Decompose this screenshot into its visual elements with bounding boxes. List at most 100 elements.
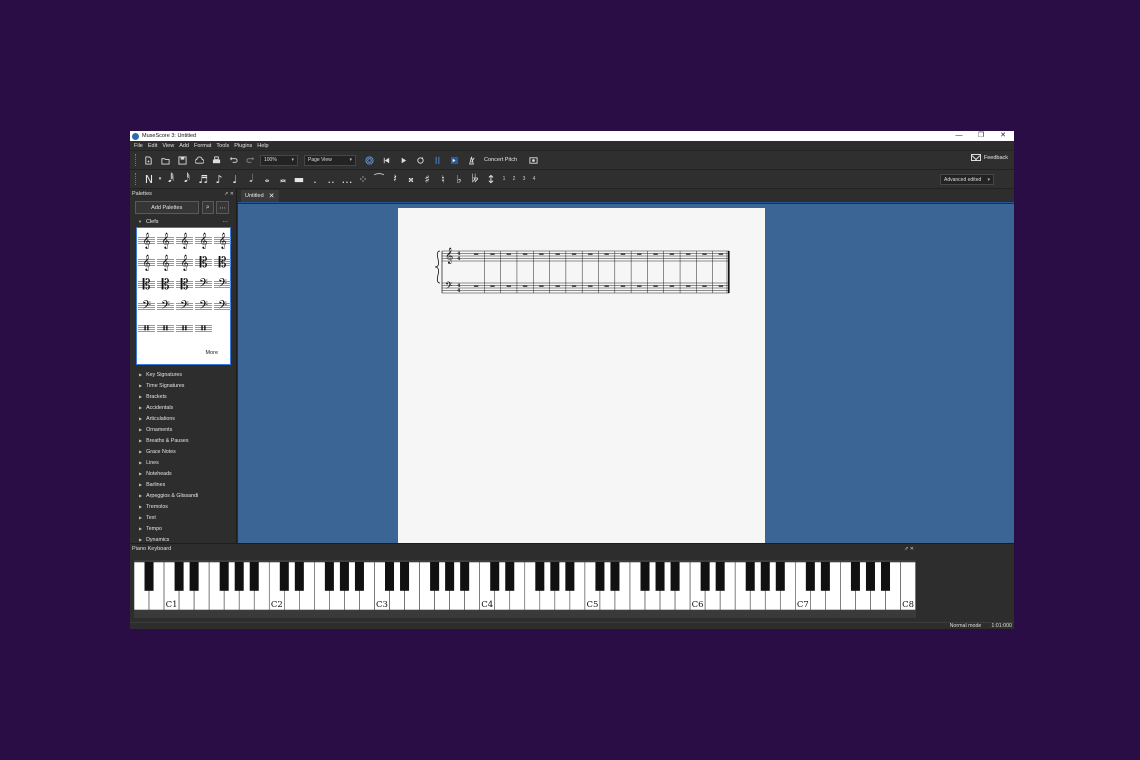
voice-1-button[interactable]: 1 [499, 176, 509, 182]
note-64th-icon[interactable]: 𝅘𝅥𝅱 [163, 172, 179, 187]
clef-cell[interactable]: 𝄥 [156, 318, 175, 340]
flip-direction-icon[interactable]: ↕ [483, 172, 499, 187]
more-clefs-link[interactable]: More [205, 350, 218, 356]
palette-item[interactable]: ▶ Barlines [130, 479, 236, 490]
note-half-icon[interactable]: 𝅗𝅥 [243, 172, 259, 187]
clef-cell[interactable]: 𝄢 [175, 296, 194, 318]
metronome-sound-icon[interactable] [362, 154, 377, 167]
black-key[interactable] [174, 562, 184, 591]
menu-view[interactable]: View [162, 143, 174, 149]
clef-cell[interactable]: 𝄥 [137, 318, 156, 340]
menu-edit[interactable]: Edit [148, 143, 157, 149]
black-key[interactable] [234, 562, 244, 591]
maximize-button[interactable]: ❐ [970, 131, 992, 141]
note-eighth-icon[interactable]: ♪ [211, 172, 227, 187]
loop-in-icon[interactable] [430, 154, 445, 167]
black-key[interactable] [715, 562, 725, 591]
play-panel-icon[interactable] [447, 154, 462, 167]
black-key[interactable] [760, 562, 770, 591]
black-key[interactable] [565, 562, 575, 591]
save-icon[interactable] [175, 154, 190, 167]
black-key[interactable] [354, 562, 364, 591]
palette-item[interactable]: ▶ Articulations [130, 413, 236, 424]
voice-3-button[interactable]: 3 [519, 176, 529, 182]
palette-item[interactable]: ▶ Breaths & Pauses [130, 435, 236, 446]
toolbar-grip[interactable] [135, 173, 137, 185]
palette-item[interactable]: ▶ Grace Notes [130, 446, 236, 457]
triple-dot-icon[interactable]: … [339, 172, 355, 187]
palette-item[interactable]: ▶ Tremolos [130, 501, 236, 512]
black-key[interactable] [144, 562, 154, 591]
clef-cell[interactable]: 𝄢 [213, 296, 232, 318]
note-16th-icon[interactable]: ♬ [195, 172, 211, 187]
view-mode-select[interactable]: Page View ▾ [304, 154, 356, 166]
clef-cell[interactable]: 𝄡 [194, 252, 213, 274]
black-key[interactable] [595, 562, 605, 591]
feedback-button[interactable]: Feedback [970, 154, 1008, 161]
palette-item[interactable]: ▶ Ornaments [130, 424, 236, 435]
rest-icon[interactable]: 𝄽 [387, 172, 403, 187]
black-key[interactable] [219, 562, 229, 591]
palette-item[interactable]: ▶ Arpeggios & Glissandi [130, 490, 236, 501]
clef-cell[interactable]: 𝄞 [137, 252, 156, 274]
flat-icon[interactable]: ♭ [451, 172, 467, 187]
black-key[interactable] [550, 562, 560, 591]
black-key[interactable] [279, 562, 289, 591]
black-key[interactable] [655, 562, 665, 591]
new-file-icon[interactable] [141, 154, 156, 167]
black-key[interactable] [400, 562, 410, 591]
black-key[interactable] [850, 562, 860, 591]
black-key[interactable] [775, 562, 785, 591]
black-key[interactable] [324, 562, 334, 591]
clef-cell[interactable]: 𝄢 [194, 274, 213, 296]
clef-cell[interactable]: 𝄥 [194, 318, 213, 340]
note-longa-icon[interactable]: ▬ [291, 172, 307, 187]
sharp-icon[interactable]: ♯ [419, 172, 435, 187]
black-key[interactable] [880, 562, 891, 591]
clef-cell[interactable]: 𝄞 [175, 252, 194, 274]
tie-icon[interactable]: ⁀ [371, 172, 387, 187]
metronome-icon[interactable] [464, 154, 479, 167]
score-tab[interactable]: Untitled ✕ [241, 190, 279, 202]
quadruple-dot-icon[interactable]: ⁘ [355, 172, 371, 187]
toolbar-grip[interactable] [135, 154, 137, 166]
palette-item[interactable]: ▶ Brackets [130, 391, 236, 402]
palette-item[interactable]: ▶ Key Signatures [130, 369, 236, 380]
double-sharp-icon[interactable]: 𝄪 [403, 172, 419, 187]
workspace-select[interactable]: Advanced edited ▾ [940, 174, 994, 185]
palette-item[interactable]: ▶ Lines [130, 457, 236, 468]
clef-cell[interactable]: 𝄡 [156, 274, 175, 296]
concert-pitch-button[interactable]: Concert Pitch [481, 157, 520, 163]
menu-format[interactable]: Format [194, 143, 211, 149]
black-key[interactable] [460, 562, 470, 591]
black-key[interactable] [865, 562, 875, 591]
clef-cell[interactable]: 𝄡 [213, 252, 232, 274]
redo-icon[interactable] [243, 154, 258, 167]
clef-cell[interactable]: 𝄞 [156, 252, 175, 274]
clef-cell[interactable]: 𝄢 [194, 296, 213, 318]
score-page[interactable]: 𝄞 𝄢 4 4 4 4 [398, 208, 765, 543]
palette-item[interactable]: ▶ Accidentals [130, 402, 236, 413]
black-key[interactable] [339, 562, 349, 591]
double-flat-icon[interactable]: 𝄫 [467, 172, 483, 187]
voice-2-button[interactable]: 2 [509, 176, 519, 182]
palette-item[interactable]: ▶ Time Signatures [130, 380, 236, 391]
note-32nd-icon[interactable]: 𝅘𝅥𝅰 [179, 172, 195, 187]
close-button[interactable]: ✕ [992, 131, 1014, 141]
black-key[interactable] [505, 562, 515, 591]
palette-item[interactable]: ▶ Noteheads [130, 468, 236, 479]
palette-section-clefs[interactable]: ▼ Clefs ⋯ [130, 217, 236, 227]
voice-4-button[interactable]: 4 [529, 176, 539, 182]
panel-float-close-icons[interactable]: ⇗ ✕ [224, 191, 234, 197]
clef-cell[interactable]: 𝄡 [175, 274, 194, 296]
undo-icon[interactable] [226, 154, 241, 167]
black-key[interactable] [805, 562, 815, 591]
note-whole-icon[interactable]: 𝅝 [259, 172, 275, 187]
clef-cell[interactable]: 𝄢 [137, 296, 156, 318]
add-palettes-button[interactable]: Add Palettes [135, 201, 199, 214]
note-quarter-icon[interactable]: ♩ [227, 172, 243, 187]
clef-cell[interactable]: 𝄢 [156, 296, 175, 318]
zoom-select[interactable]: 100% ▾ [260, 154, 298, 166]
black-key[interactable] [670, 562, 680, 591]
close-tab-icon[interactable]: ✕ [269, 192, 275, 200]
